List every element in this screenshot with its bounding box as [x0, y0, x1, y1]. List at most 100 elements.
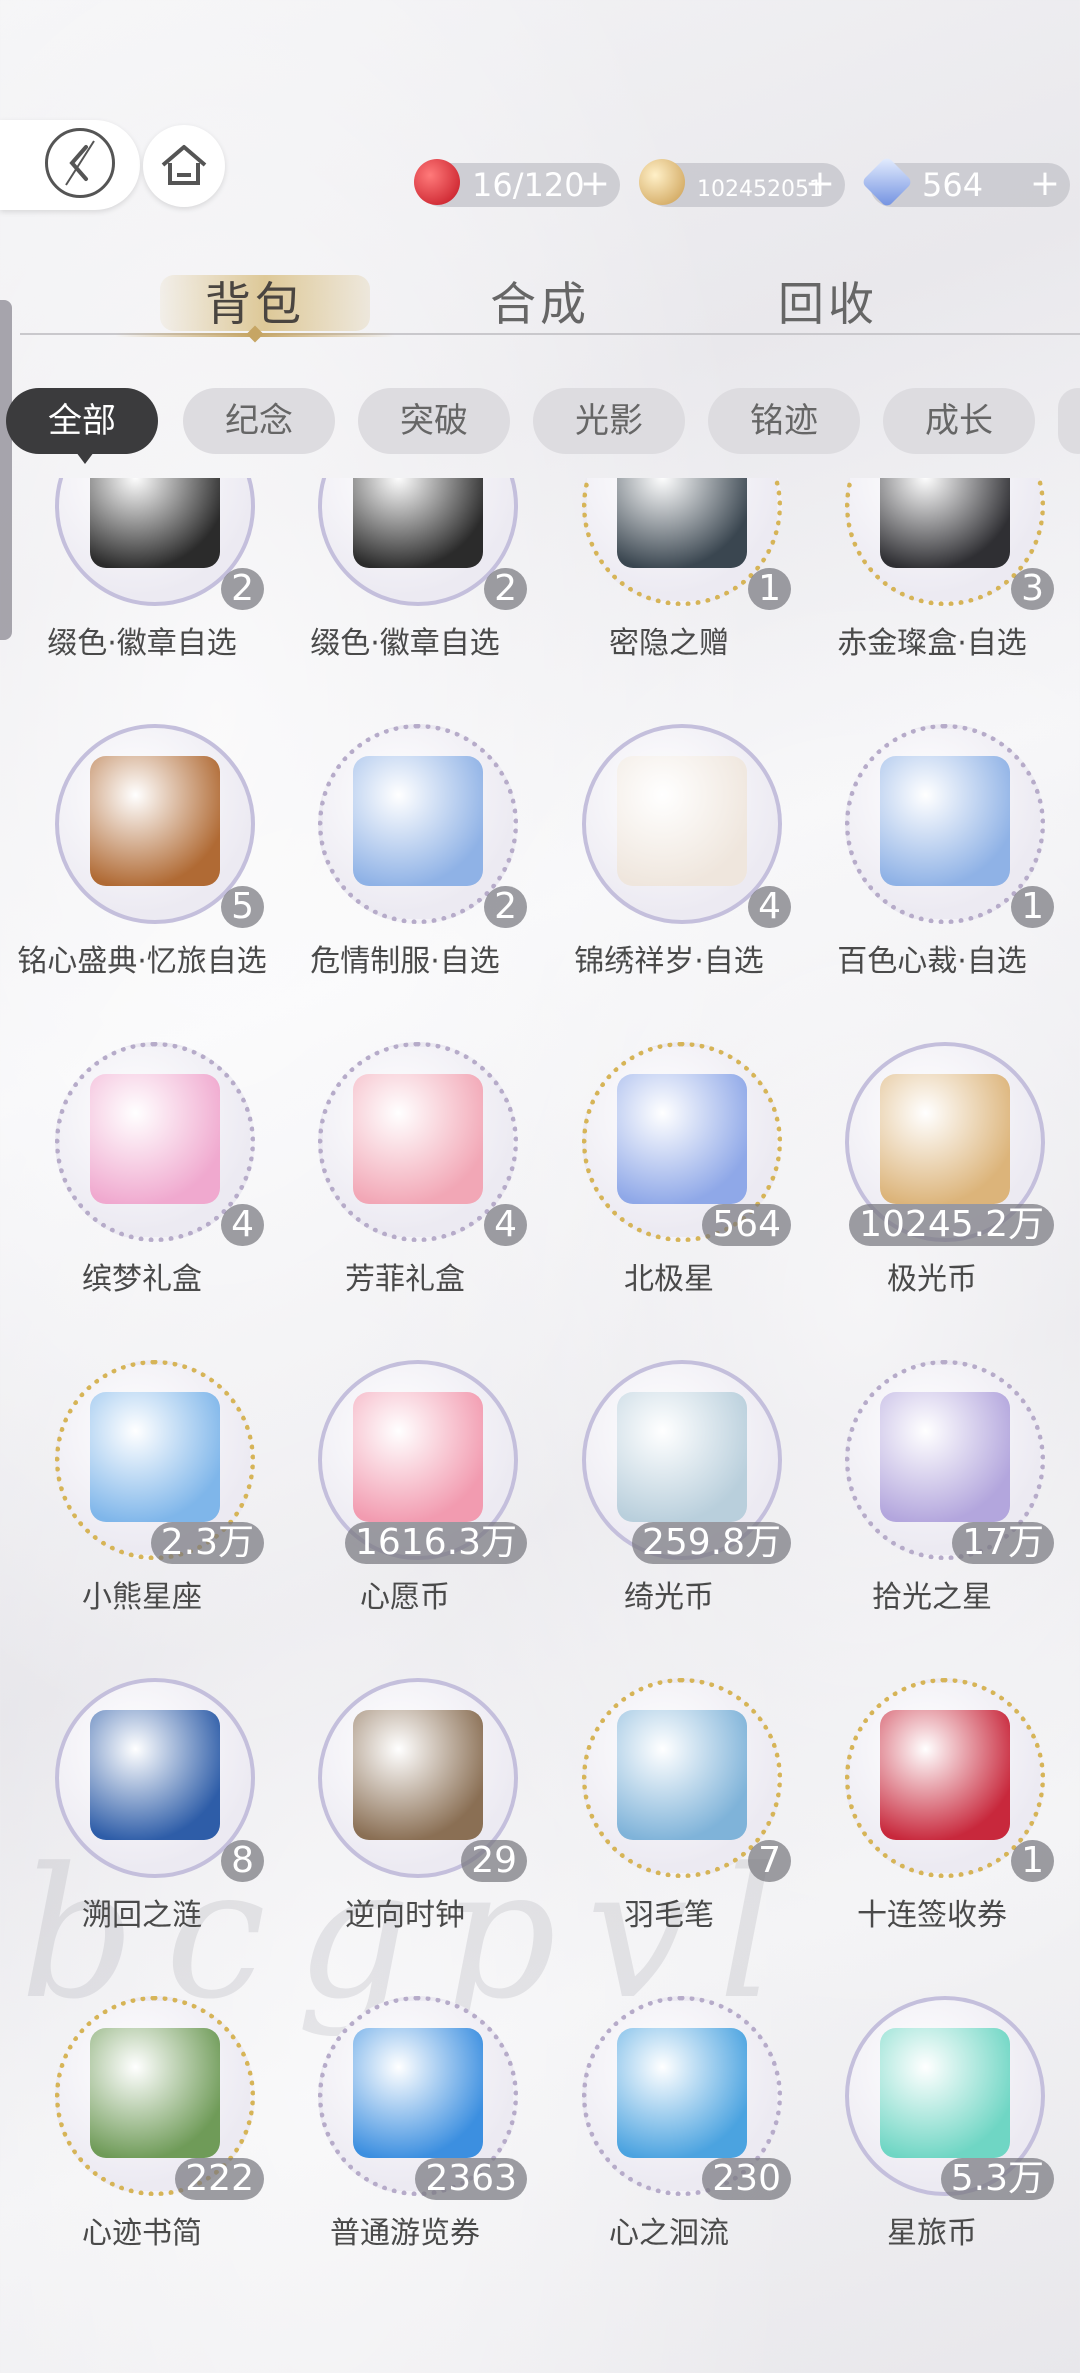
item-icon	[353, 478, 483, 568]
inventory-item[interactable]: 3 赤金璨盒·自选	[800, 478, 1064, 661]
item-count: 4	[221, 1204, 264, 1246]
inventory-item[interactable]: 1 百色心裁·自选	[800, 706, 1064, 979]
item-count: 230	[702, 2158, 791, 2200]
item-count: 1	[748, 568, 791, 610]
inventory-item[interactable]: 4 芳菲礼盒	[273, 1024, 537, 1297]
inventory-item[interactable]: 4 锦绣祥岁·自选	[537, 706, 801, 979]
item-count: 8	[221, 1840, 264, 1882]
coin-icon	[639, 159, 685, 205]
tab-craft[interactable]: 合成	[490, 268, 590, 334]
inventory-item[interactable]: 1 十连签收券	[800, 1660, 1064, 1933]
category-memorial[interactable]: 纪念	[183, 388, 335, 454]
item-icon	[880, 1074, 1010, 1204]
add-energy-button[interactable]: +	[580, 163, 610, 205]
item-count: 10245.2万	[849, 1204, 1054, 1246]
item-icon	[90, 1392, 220, 1522]
inventory-item[interactable]: 29 逆向时钟	[273, 1660, 537, 1933]
item-icon	[90, 1710, 220, 1840]
inventory-item[interactable]: 7 羽毛笔	[537, 1660, 801, 1933]
item-count: 1	[1011, 1840, 1054, 1882]
inventory-item[interactable]: 2 危情制服·自选	[273, 706, 537, 979]
add-crystal-button[interactable]: +	[1030, 163, 1060, 205]
item-name: 缤梦礼盒	[82, 1262, 202, 1297]
inventory-item[interactable]: 8 溯回之涟	[10, 1660, 274, 1933]
energy-value: 16/120	[472, 166, 585, 204]
item-icon	[353, 2028, 483, 2158]
item-name: 拾光之星	[872, 1580, 992, 1615]
inventory-item[interactable]: 2 缀色·徽章自选	[273, 478, 537, 661]
item-name: 普通游览券	[330, 2216, 480, 2251]
item-name: 缀色·徽章自选	[47, 626, 237, 661]
category-all[interactable]: 全部	[6, 388, 158, 454]
apple-icon	[414, 159, 460, 205]
item-count: 7	[748, 1840, 791, 1882]
category-lightshadow[interactable]: 光影	[533, 388, 685, 454]
item-count: 17万	[952, 1522, 1054, 1564]
item-name: 星旅币	[887, 2216, 977, 2251]
inventory-item[interactable]: 2.3万小熊星座	[10, 1342, 274, 1615]
item-icon	[90, 756, 220, 886]
item-icon	[880, 2028, 1010, 2158]
item-icon	[880, 478, 1010, 568]
crystal-value: 564	[922, 166, 984, 204]
item-name: 绮光币	[624, 1580, 714, 1615]
item-count: 3	[1011, 568, 1054, 610]
category-pointer	[76, 452, 94, 464]
add-coin-button[interactable]: +	[805, 163, 835, 205]
item-grid[interactable]: 2 缀色·徽章自选 2 缀色·徽章自选 1 密隐之赠 3 赤金璨盒·自选 5 铭心盛典·忆旅自选 2…	[0, 478, 1080, 2373]
item-icon	[90, 1074, 220, 1204]
back-button[interactable]	[0, 120, 140, 210]
item-name: 心愿币	[360, 1580, 450, 1615]
item-count: 2.3万	[150, 1522, 264, 1564]
item-name: 密隐之赠	[609, 626, 729, 661]
inventory-item[interactable]: 259.8万绮光币	[537, 1342, 801, 1615]
item-count: 4	[484, 1204, 527, 1246]
inventory-item[interactable]: 17万拾光之星	[800, 1342, 1064, 1615]
inventory-item[interactable]: 2363 普通游览券	[273, 1978, 537, 2251]
category-breakthrough[interactable]: 突破	[358, 388, 510, 454]
tab-backpack[interactable]: 背包	[205, 268, 305, 334]
inventory-item[interactable]: 4 缤梦礼盒	[10, 1024, 274, 1297]
item-icon	[90, 478, 220, 568]
inventory-item[interactable]: 1 密隐之赠	[537, 478, 801, 661]
item-name: 赤金璨盒·自选	[837, 626, 1027, 661]
item-name: 溯回之涟	[82, 1898, 202, 1933]
item-name: 百色心裁·自选	[837, 944, 1027, 979]
inventory-item[interactable]: 1616.3万心愿币	[273, 1342, 537, 1615]
item-icon	[353, 1392, 483, 1522]
inventory-item[interactable]: 564 北极星	[537, 1024, 801, 1297]
item-icon	[617, 1392, 747, 1522]
item-icon	[90, 2028, 220, 2158]
item-icon	[880, 756, 1010, 886]
category-more[interactable]	[1058, 388, 1080, 454]
item-name: 锦绣祥岁·自选	[574, 944, 764, 979]
item-icon	[353, 1710, 483, 1840]
category-inscription[interactable]: 铭迹	[708, 388, 860, 454]
item-count: 2	[484, 568, 527, 610]
item-name: 十连签收券	[857, 1898, 1007, 1933]
inventory-item[interactable]: 230 心之洄流	[537, 1978, 801, 2251]
tab-recycle[interactable]: 回收	[778, 268, 878, 334]
item-count: 259.8万	[631, 1522, 791, 1564]
item-count: 2	[484, 886, 527, 928]
inventory-item[interactable]: 2 缀色·徽章自选	[10, 478, 274, 661]
item-icon	[617, 1074, 747, 1204]
home-button[interactable]	[143, 125, 225, 207]
back-icon	[45, 128, 115, 198]
item-name: 危情制服·自选	[310, 944, 500, 979]
inventory-item[interactable]: 10245.2万 极光币	[800, 1024, 1064, 1297]
item-count: 2	[221, 568, 264, 610]
item-icon	[880, 1710, 1010, 1840]
item-icon	[353, 1074, 483, 1204]
category-growth[interactable]: 成长	[883, 388, 1035, 454]
inventory-item[interactable]: 5.3万 星旅币	[800, 1978, 1064, 2251]
inventory-item[interactable]: 222 心迹书简	[10, 1978, 274, 2251]
item-count: 2363	[415, 2158, 527, 2200]
item-icon	[617, 2028, 747, 2158]
item-name: 羽毛笔	[624, 1898, 714, 1933]
item-name: 逆向时钟	[345, 1898, 465, 1933]
item-count: 1616.3万	[345, 1522, 527, 1564]
item-count: 1	[1011, 886, 1054, 928]
item-name: 小熊星座	[82, 1580, 202, 1615]
inventory-item[interactable]: 5 铭心盛典·忆旅自选	[10, 706, 274, 979]
